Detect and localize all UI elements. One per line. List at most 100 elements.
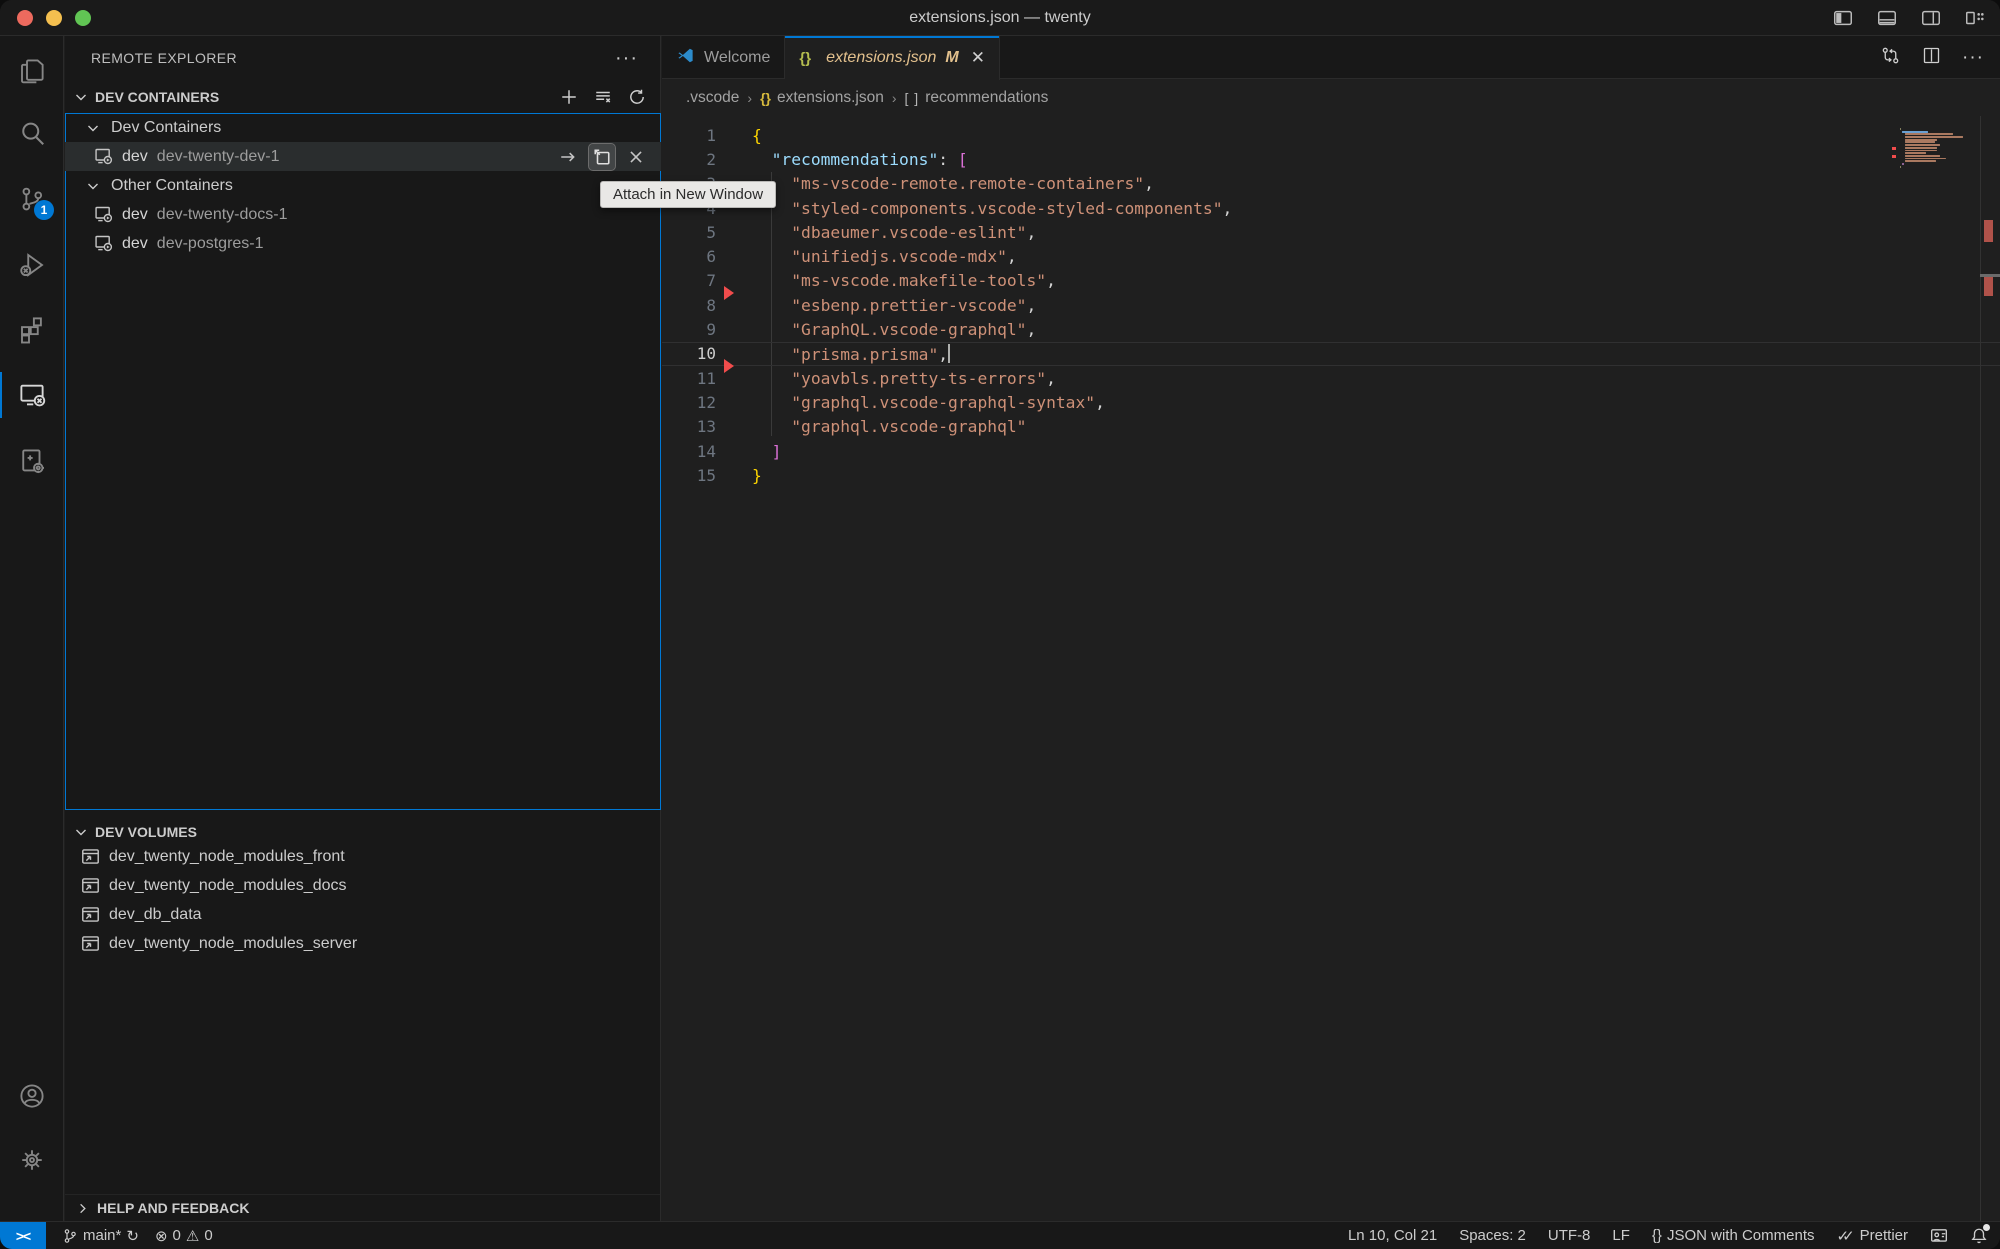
minimize-window-button[interactable] — [46, 10, 62, 26]
status-bar: >< main* ↻ ⊗ 0 ⚠ 0 Ln 10, Col 21 Spaces:… — [0, 1221, 2000, 1249]
feedback-icon[interactable] — [1930, 1227, 1948, 1245]
clean-containers-icon[interactable] — [594, 88, 612, 106]
json-braces-icon: {} — [1652, 1227, 1662, 1244]
code-line-7[interactable]: 7 "ms-vscode.makefile-tools", — [662, 269, 2000, 293]
tree-item-dev-postgres-1[interactable]: dev dev-postgres-1 — [65, 229, 661, 258]
sidebar-more-actions-icon[interactable]: ··· — [615, 47, 638, 70]
code-line-12[interactable]: 12 "graphql.vscode-graphql-syntax", — [662, 390, 2000, 414]
section-help-and-feedback[interactable]: HELP AND FEEDBACK — [65, 1194, 660, 1221]
breadcrumb-file[interactable]: extensions.json — [777, 89, 884, 107]
chevron-down-icon — [73, 89, 89, 105]
tab-welcome[interactable]: Welcome — [662, 36, 785, 79]
minimap[interactable] — [1900, 128, 1972, 168]
section-dev-containers[interactable]: DEV CONTAINERS — [65, 80, 660, 113]
problems-status[interactable]: ⊗ 0 ⚠ 0 — [155, 1227, 213, 1245]
code-line-2[interactable]: 2 "recommendations": [ — [662, 147, 2000, 171]
code-line-3[interactable]: 3 "ms-vscode-remote.remote-containers", — [662, 172, 2000, 196]
deleted-lines-marker — [724, 359, 734, 373]
overview-ruler — [1980, 116, 2000, 1221]
volume-icon — [81, 934, 100, 953]
error-icon: ⊗ — [155, 1227, 168, 1245]
breadcrumb-folder[interactable]: .vscode — [686, 89, 739, 107]
search-icon[interactable] — [0, 104, 64, 162]
zoom-window-button[interactable] — [75, 10, 91, 26]
tree-item-dev-twenty-dev-1[interactable]: dev dev-twenty-dev-1 — [65, 142, 661, 171]
close-tab-icon[interactable]: ✕ — [971, 48, 985, 68]
volume-icon — [81, 905, 100, 924]
traffic-lights — [0, 10, 91, 26]
dev-container-icon — [93, 204, 114, 225]
indentation-status[interactable]: Spaces: 2 — [1459, 1227, 1526, 1244]
close-window-button[interactable] — [17, 10, 33, 26]
volume-item[interactable]: dev_twenty_node_modules_docs — [65, 871, 660, 900]
code-line-14[interactable]: 14 ] — [662, 439, 2000, 463]
overview-deleted-marker — [1984, 274, 1993, 296]
code-line-13[interactable]: 13 "graphql.vscode-graphql" — [662, 415, 2000, 439]
tooltip-attach-in-new-window: Attach in New Window — [600, 181, 776, 208]
volume-item[interactable]: dev_twenty_node_modules_server — [65, 929, 660, 958]
double-check-icon: ✓✓ — [1837, 1227, 1848, 1245]
breadcrumb: .vscode › {} extensions.json › [ ] recom… — [662, 80, 2000, 116]
vscode-logo-icon — [676, 46, 695, 70]
toggle-secondary-sidebar-icon[interactable] — [1920, 7, 1942, 29]
settings-gear-icon[interactable] — [0, 1131, 64, 1189]
chevron-down-icon — [85, 178, 101, 194]
tab-extensions-json[interactable]: {} extensions.json M ✕ — [785, 36, 1000, 80]
notifications-bell-icon[interactable] — [1970, 1227, 1988, 1245]
vscode-window: extensions.json — twenty — [0, 0, 2000, 1249]
deleted-lines-marker — [724, 286, 734, 300]
tab-bar: Welcome {} extensions.json M ✕ ··· — [662, 36, 2000, 79]
notification-dot — [1983, 1224, 1990, 1231]
source-control-icon[interactable]: 1 — [0, 170, 64, 228]
code-line-6[interactable]: 6 "unifiedjs.vscode-mdx", — [662, 244, 2000, 268]
split-editor-icon[interactable] — [1921, 45, 1942, 71]
code-line-15[interactable]: 15} — [662, 463, 2000, 487]
code-line-9[interactable]: 9 "GraphQL.vscode-graphql", — [662, 317, 2000, 341]
code-line-5[interactable]: 5 "dbaeumer.vscode-eslint", — [662, 220, 2000, 244]
volume-item[interactable]: dev_db_data — [65, 900, 660, 929]
code-line-1[interactable]: 1{ — [662, 123, 2000, 147]
warning-icon: ⚠ — [186, 1227, 199, 1245]
encoding-status[interactable]: UTF-8 — [1548, 1227, 1591, 1244]
window-title: extensions.json — twenty — [0, 9, 2000, 27]
formatter-status[interactable]: ✓✓ Prettier — [1837, 1227, 1909, 1245]
remove-container-icon[interactable] — [623, 144, 649, 170]
remote-explorer-icon[interactable] — [0, 366, 64, 424]
branch-status[interactable]: main* ↻ — [62, 1227, 139, 1245]
language-mode-status[interactable]: {} JSON with Comments — [1652, 1227, 1815, 1244]
dev-containers-tree: Dev Containers dev dev-twenty-dev-1 — [65, 113, 661, 810]
volume-icon — [81, 847, 100, 866]
remote-indicator[interactable]: >< — [0, 1222, 46, 1249]
editor-group: Welcome {} extensions.json M ✕ ··· — [662, 36, 2000, 1221]
explorer-icon[interactable] — [0, 42, 64, 100]
code-line-8[interactable]: 8 "esbenp.prettier-vscode", — [662, 293, 2000, 317]
tree-group-dev-containers[interactable]: Dev Containers — [65, 113, 661, 142]
attach-in-new-window-icon[interactable] — [589, 144, 615, 170]
json-braces-icon: {} — [760, 90, 771, 106]
open-changes-icon[interactable] — [1880, 45, 1901, 71]
code-line-10[interactable]: 10 "prisma.prisma", — [662, 342, 2000, 366]
tree-group-other-containers[interactable]: Other Containers — [65, 171, 661, 200]
toggle-primary-sidebar-icon[interactable] — [1832, 7, 1854, 29]
volume-item[interactable]: dev_twenty_node_modules_front — [65, 842, 660, 871]
code-line-4[interactable]: 4 "styled-components.vscode-styled-compo… — [662, 196, 2000, 220]
editor-more-actions-icon[interactable]: ··· — [1962, 47, 1984, 69]
breadcrumb-symbol[interactable]: recommendations — [925, 89, 1048, 107]
chevron-right-icon — [75, 1201, 90, 1216]
customize-layout-icon[interactable] — [1964, 7, 1986, 29]
extensions-icon[interactable] — [0, 300, 64, 358]
account-icon[interactable] — [0, 1067, 64, 1125]
attach-in-current-window-icon[interactable] — [555, 144, 581, 170]
run-debug-icon[interactable] — [0, 236, 64, 294]
cursor-position-status[interactable]: Ln 10, Col 21 — [1348, 1227, 1437, 1244]
eol-status[interactable]: LF — [1612, 1227, 1630, 1244]
tree-item-dev-twenty-docs-1[interactable]: dev dev-twenty-docs-1 — [65, 200, 661, 229]
container-tools-icon[interactable] — [0, 432, 64, 490]
sync-icon[interactable]: ↻ — [126, 1227, 139, 1245]
code-editor[interactable]: 1{2 "recommendations": [3 "ms-vscode-rem… — [662, 116, 2000, 1221]
json-braces-icon: {} — [799, 50, 811, 67]
new-dev-container-icon[interactable] — [560, 88, 578, 106]
code-line-11[interactable]: 11 "yoavbls.pretty-ts-errors", — [662, 366, 2000, 390]
toggle-panel-icon[interactable] — [1876, 7, 1898, 29]
refresh-icon[interactable] — [628, 88, 646, 106]
